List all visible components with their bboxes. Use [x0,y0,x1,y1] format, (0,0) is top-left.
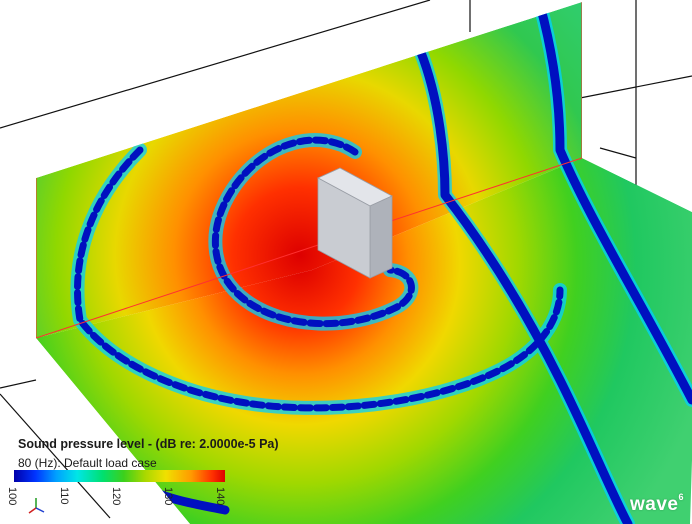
color-scale-bar [14,470,225,482]
scale-tick: 140 [214,487,226,506]
scale-tick: 110 [58,487,70,505]
legend-title: Sound pressure level - (dB re: 2.0000e-5… [18,437,279,451]
scale-tick: 100 [6,487,18,506]
scale-tick: 120 [110,487,122,506]
axis-triad-icon [28,498,45,514]
brand-logo: wave6 [630,492,684,515]
scale-tick: 130 [162,487,174,506]
legend-subtitle: 80 (Hz): Default load case [18,456,157,470]
